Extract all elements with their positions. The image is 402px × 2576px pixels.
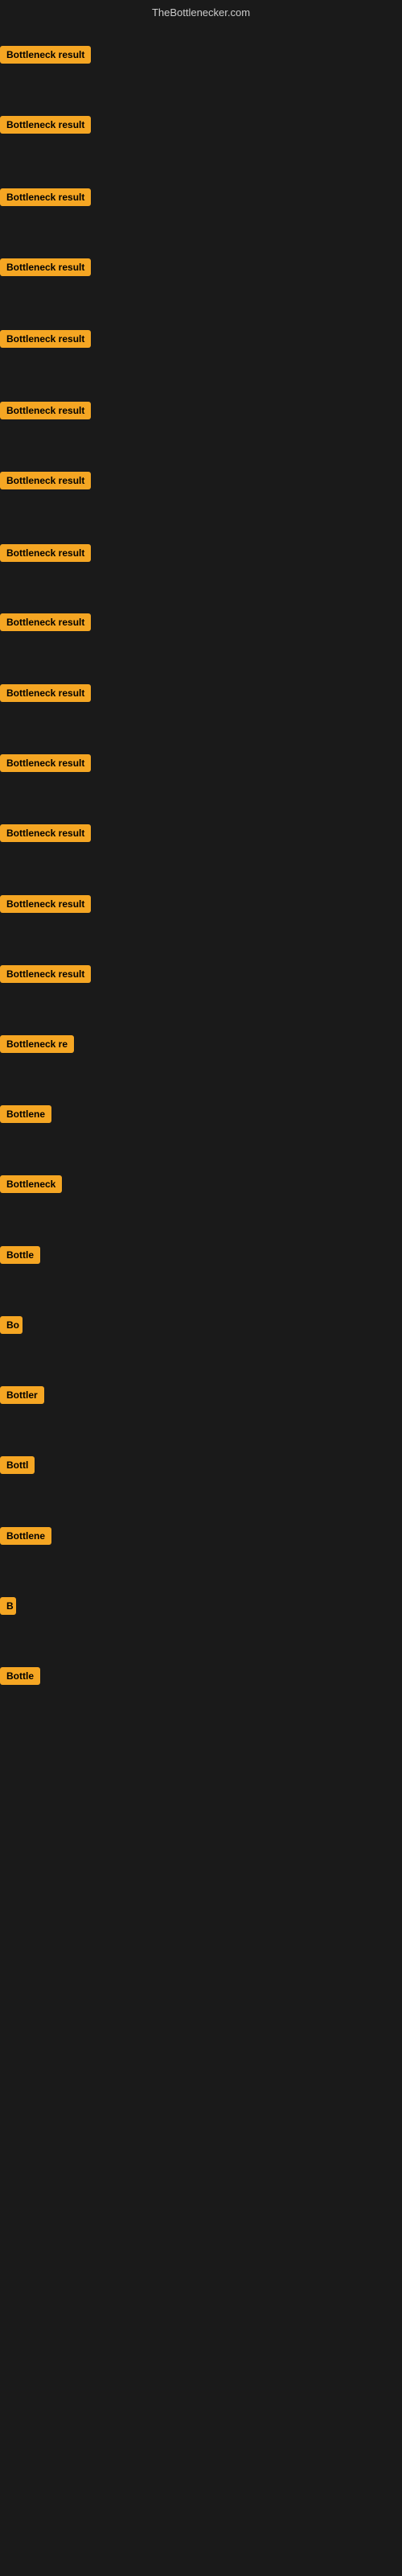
bottleneck-result-item[interactable]: Bottleneck (0, 1175, 62, 1197)
bottleneck-badge: Bottleneck result (0, 258, 91, 276)
bottleneck-badge: Bottle (0, 1246, 40, 1264)
bottleneck-result-item[interactable]: Bottleneck result (0, 613, 91, 635)
bottleneck-badge: Bottleneck result (0, 472, 91, 489)
bottleneck-result-item[interactable]: Bottleneck result (0, 258, 91, 280)
bottleneck-result-item[interactable]: Bottleneck result (0, 965, 91, 987)
bottleneck-result-item[interactable]: Bottleneck result (0, 116, 91, 138)
site-header: TheBottlenecker.com (0, 0, 402, 22)
bottleneck-badge: Bottleneck result (0, 402, 91, 419)
bottleneck-result-item[interactable]: Bottleneck result (0, 188, 91, 210)
bottleneck-badge: Bottlene (0, 1527, 51, 1545)
bottleneck-badge: Bottleneck result (0, 46, 91, 64)
bottleneck-badge: Bottleneck result (0, 544, 91, 562)
bottleneck-badge: Bottleneck result (0, 824, 91, 842)
bottleneck-result-item[interactable]: Bottleneck result (0, 544, 91, 566)
bottleneck-badge: Bottler (0, 1386, 44, 1404)
bottleneck-badge: Bottleneck result (0, 116, 91, 134)
bottleneck-result-item[interactable]: Bottle (0, 1667, 40, 1689)
bottleneck-result-item[interactable]: Bo (0, 1316, 23, 1338)
bottleneck-badge: Bottlene (0, 1105, 51, 1123)
bottleneck-result-item[interactable]: Bottleneck result (0, 46, 91, 68)
bottleneck-result-item[interactable]: Bottle (0, 1246, 40, 1268)
bottleneck-badge: Bottleneck result (0, 965, 91, 983)
bottleneck-badge: Bottleneck (0, 1175, 62, 1193)
bottleneck-result-item[interactable]: Bottlene (0, 1527, 51, 1549)
bottleneck-badge: Bottleneck result (0, 330, 91, 348)
bottleneck-badge: Bottle (0, 1667, 40, 1685)
bottleneck-result-item[interactable]: Bottler (0, 1386, 44, 1408)
bottleneck-badge: Bottleneck result (0, 684, 91, 702)
bottleneck-badge: Bo (0, 1316, 23, 1334)
bottleneck-badge: Bottleneck result (0, 188, 91, 206)
bottleneck-result-item[interactable]: Bottleneck result (0, 754, 91, 776)
bottleneck-result-item[interactable]: Bottleneck result (0, 472, 91, 493)
bottleneck-result-item[interactable]: Bottleneck result (0, 402, 91, 423)
bottleneck-result-item[interactable]: Bottlene (0, 1105, 51, 1127)
bottleneck-result-item[interactable]: Bottleneck re (0, 1035, 74, 1057)
bottleneck-badge: Bottleneck result (0, 895, 91, 913)
bottleneck-badge: Bottl (0, 1456, 35, 1474)
bottleneck-badge: Bottleneck result (0, 613, 91, 631)
bottleneck-result-item[interactable]: Bottleneck result (0, 684, 91, 706)
bottleneck-badge: B (0, 1597, 16, 1615)
bottleneck-result-item[interactable]: Bottl (0, 1456, 35, 1478)
bottleneck-result-item[interactable]: Bottleneck result (0, 824, 91, 846)
bottleneck-badge: Bottleneck re (0, 1035, 74, 1053)
bottleneck-result-item[interactable]: B (0, 1597, 16, 1619)
bottleneck-result-item[interactable]: Bottleneck result (0, 330, 91, 352)
bottleneck-badge: Bottleneck result (0, 754, 91, 772)
bottleneck-result-item[interactable]: Bottleneck result (0, 895, 91, 917)
